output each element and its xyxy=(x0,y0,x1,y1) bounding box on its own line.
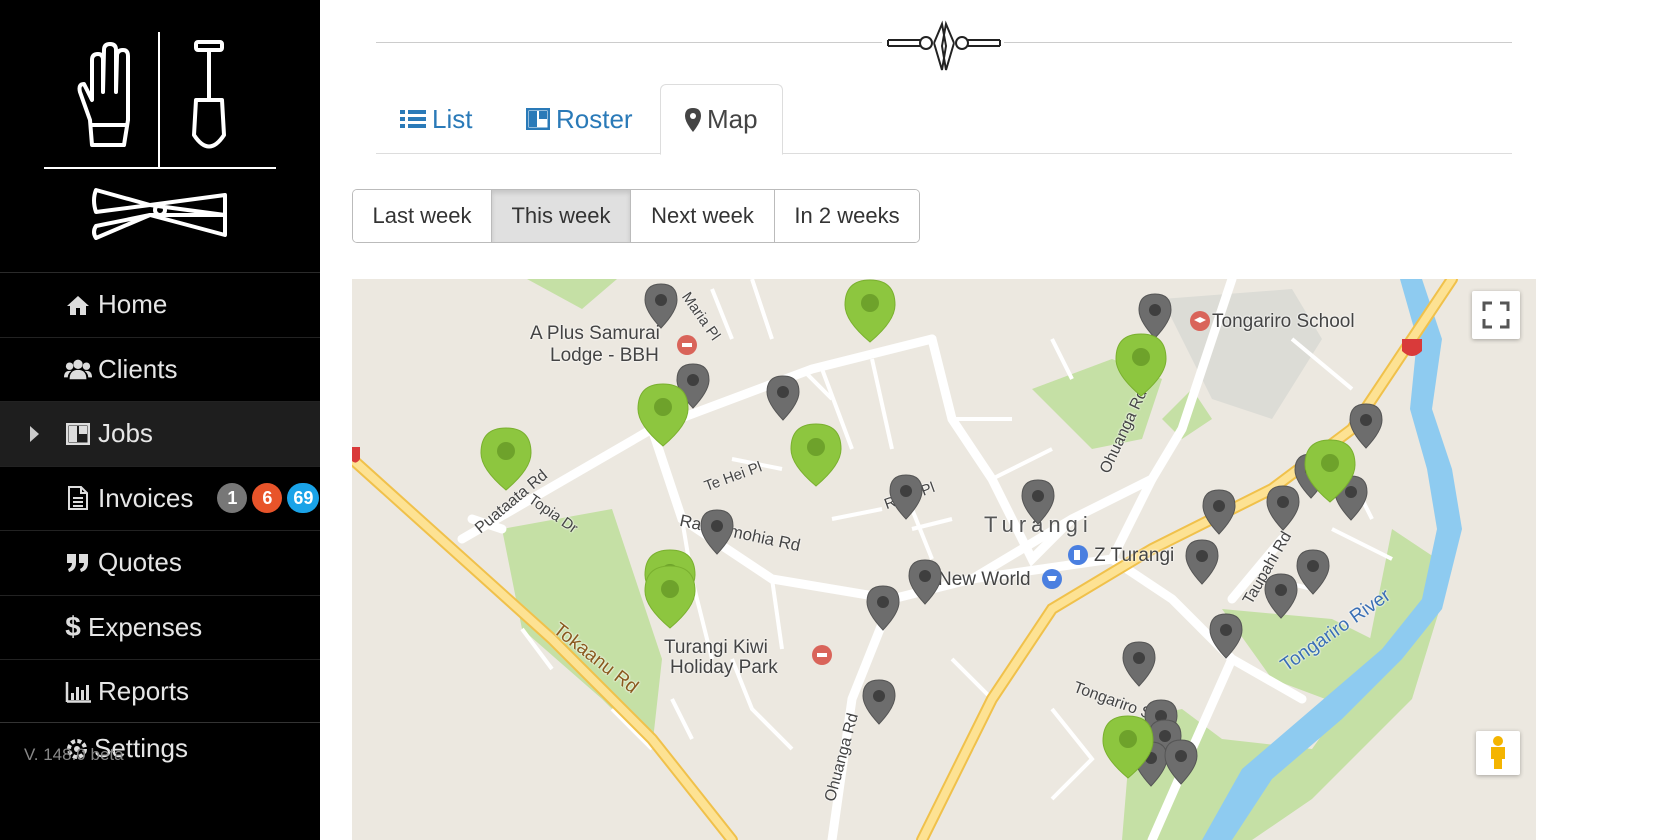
sidebar-item-label: Quotes xyxy=(98,547,182,578)
job-pin-grey[interactable] xyxy=(644,283,678,329)
tab-label: List xyxy=(432,103,473,134)
map-label: New World xyxy=(938,569,1031,590)
sidebar-item-invoices[interactable]: Invoices 1 6 69 xyxy=(0,465,320,531)
badge-due: 6 xyxy=(252,483,283,514)
job-pin-green[interactable] xyxy=(644,565,696,629)
fuel-icon xyxy=(1068,545,1088,565)
map-label: Z Turangi xyxy=(1094,545,1175,566)
map-marker-icon xyxy=(685,107,701,132)
sidebar-item-home[interactable]: Home xyxy=(0,272,320,337)
sidebar-item-label: Home xyxy=(98,289,168,320)
sidebar-item-jobs[interactable]: Jobs xyxy=(0,401,320,466)
badge-overdue: 1 xyxy=(217,483,248,514)
spade-icon xyxy=(192,40,226,149)
map-label: A Plus Samurai xyxy=(530,323,660,344)
job-pin-grey[interactable] xyxy=(862,679,896,725)
in-2-weeks-button[interactable]: In 2 weeks xyxy=(775,190,919,242)
pegman-icon xyxy=(1491,736,1505,769)
job-pin-grey[interactable] xyxy=(1209,613,1243,659)
caret-right-icon xyxy=(30,425,39,442)
lodging-icon xyxy=(677,335,697,355)
fullscreen-icon xyxy=(1482,301,1510,329)
shears-divider-icon xyxy=(884,18,1004,74)
map-label: Turangi Kiwi xyxy=(664,637,768,658)
job-pin-green[interactable] xyxy=(480,427,532,491)
sidebar-item-clients[interactable]: Clients xyxy=(0,336,320,402)
lodging-icon xyxy=(812,645,832,665)
job-pin-green[interactable] xyxy=(1304,439,1356,503)
tab-label: Roster xyxy=(556,103,633,134)
bar-chart-icon xyxy=(64,681,92,703)
job-pin-green[interactable] xyxy=(1102,715,1154,779)
sidebar-nav: Home Clients Jobs Invoices 1 6 69 Quotes… xyxy=(0,272,320,724)
sidebar-item-reports[interactable]: Reports xyxy=(0,659,320,724)
file-icon xyxy=(64,485,92,511)
glove-icon xyxy=(77,42,130,147)
app-logo[interactable] xyxy=(0,0,320,272)
week-filter: Last week This week Next week In 2 weeks xyxy=(352,189,920,243)
home-icon xyxy=(64,294,92,316)
header-rule-left xyxy=(376,42,882,43)
header-rule-right xyxy=(1004,42,1512,43)
job-pin-grey[interactable] xyxy=(1264,573,1298,619)
tab-label: Map xyxy=(707,104,758,134)
this-week-button[interactable]: This week xyxy=(492,190,631,242)
school-icon xyxy=(1190,311,1210,331)
invoice-badges: 1 6 69 xyxy=(217,483,320,514)
fullscreen-button[interactable] xyxy=(1472,291,1520,339)
job-pin-grey[interactable] xyxy=(1164,739,1198,785)
job-pin-grey[interactable] xyxy=(1122,641,1156,687)
sidebar: Home Clients Jobs Invoices 1 6 69 Quotes… xyxy=(0,0,320,840)
quote-icon xyxy=(64,552,92,574)
sidebar-item-quotes[interactable]: Quotes xyxy=(0,530,320,595)
badge-unsent: 69 xyxy=(287,483,320,514)
map-label: Holiday Park xyxy=(670,657,778,678)
job-pin-grey[interactable] xyxy=(889,474,923,520)
last-week-button[interactable]: Last week xyxy=(353,190,492,242)
shears-icon xyxy=(92,188,227,240)
users-icon xyxy=(64,358,92,380)
columns-icon xyxy=(526,108,550,130)
job-pin-green[interactable] xyxy=(637,383,689,447)
job-pin-grey[interactable] xyxy=(908,559,942,605)
street-view-button[interactable] xyxy=(1476,731,1520,775)
sidebar-item-label: Reports xyxy=(98,676,190,707)
sidebar-item-label: Jobs xyxy=(98,418,153,449)
tab-list[interactable]: List xyxy=(400,84,472,154)
view-tabs: List Roster Map xyxy=(376,84,1512,155)
job-pin-grey[interactable] xyxy=(866,585,900,631)
map-label: Lodge - BBH xyxy=(550,345,659,366)
dollar-icon: $ xyxy=(65,611,81,643)
map-label: Tongariro School xyxy=(1212,311,1355,332)
job-pin-green[interactable] xyxy=(844,279,896,343)
sidebar-item-label: Invoices xyxy=(98,482,194,513)
next-week-button[interactable]: Next week xyxy=(631,190,775,242)
sidebar-item-label: Expenses xyxy=(88,611,203,642)
version-text: V. 148.0 beta xyxy=(24,745,124,764)
job-pin-green[interactable] xyxy=(1115,333,1167,397)
shopping-cart-icon xyxy=(1042,569,1062,589)
job-pin-grey[interactable] xyxy=(1202,489,1236,535)
sidebar-item-expenses[interactable]: $ Expenses xyxy=(0,594,320,660)
job-pin-grey[interactable] xyxy=(1296,549,1330,595)
jobs-map[interactable]: A Plus Samurai Lodge - BBH Tongariro Sch… xyxy=(352,279,1536,840)
sidebar-item-label: Clients xyxy=(98,353,178,384)
columns-icon xyxy=(64,422,92,445)
list-icon xyxy=(400,108,426,130)
nav-divider xyxy=(0,722,320,723)
job-pin-grey[interactable] xyxy=(766,375,800,421)
job-pin-grey[interactable] xyxy=(700,509,734,555)
job-pin-grey[interactable] xyxy=(1021,479,1055,525)
job-pin-green[interactable] xyxy=(790,423,842,487)
job-pin-grey[interactable] xyxy=(1185,539,1219,585)
tab-roster[interactable]: Roster xyxy=(526,84,633,154)
tab-map[interactable]: Map xyxy=(660,84,783,155)
